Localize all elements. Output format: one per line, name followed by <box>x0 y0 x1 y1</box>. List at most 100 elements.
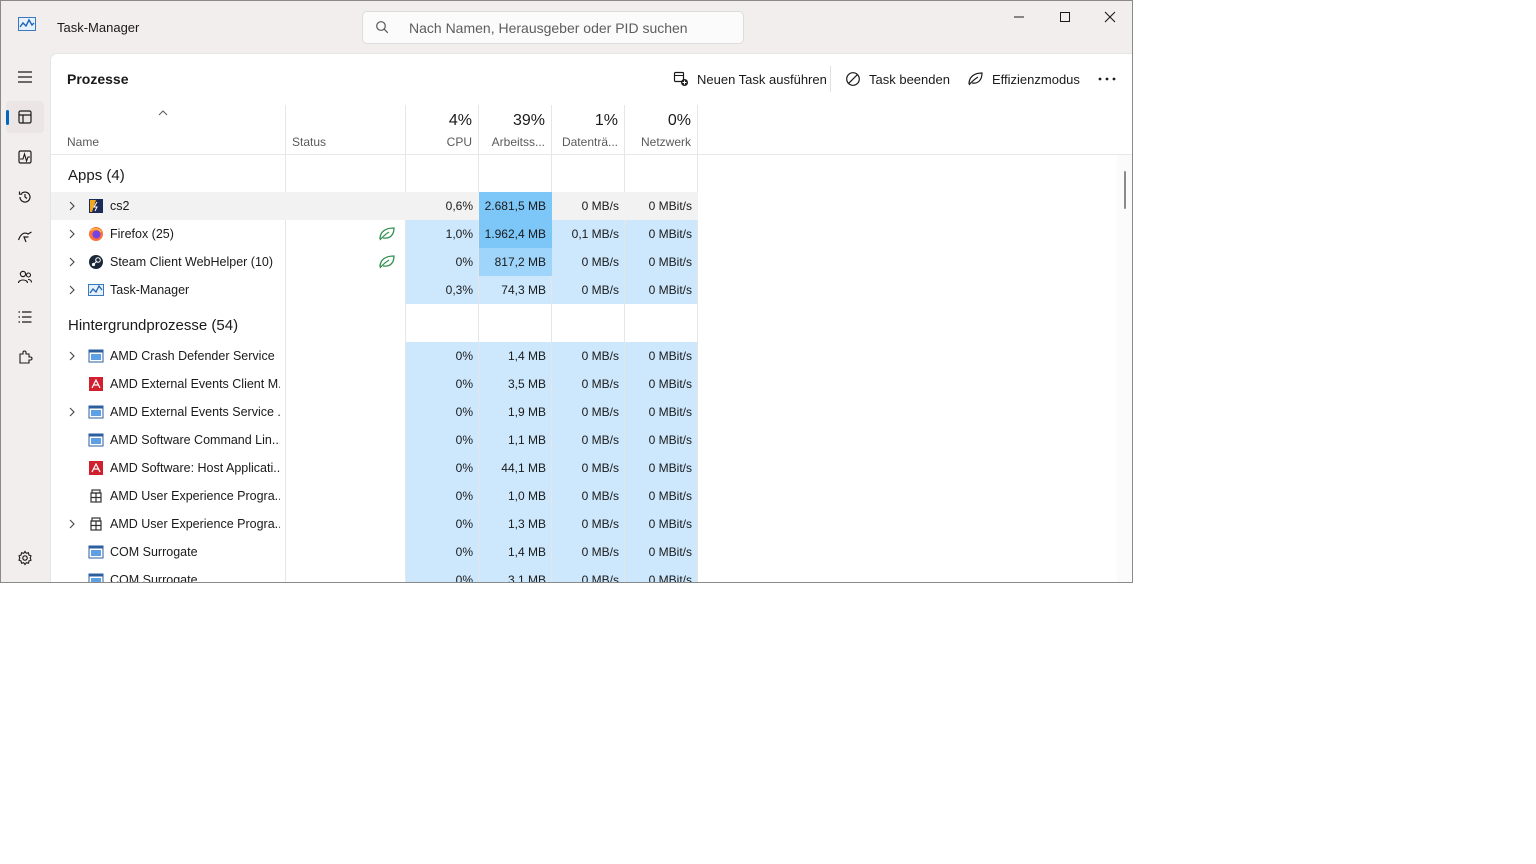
cpu-value: 0,6% <box>445 199 473 213</box>
cpu-value: 0% <box>455 517 473 531</box>
efficiency-mode-leaf-icon <box>379 255 395 269</box>
column-header-name[interactable]: Name <box>51 105 286 154</box>
maximize-button[interactable] <box>1042 1 1088 33</box>
net-value: 0 MBit/s <box>648 227 692 241</box>
process-name: Firefox (25) <box>110 227 174 241</box>
gift-box-icon <box>90 517 102 531</box>
nav-processes[interactable] <box>6 101 44 133</box>
window-title: Task-Manager <box>57 20 140 35</box>
search-box[interactable] <box>362 11 744 44</box>
disk-value: 0 MB/s <box>581 377 619 391</box>
close-button[interactable] <box>1087 1 1132 33</box>
mem-value: 1,9 MB <box>507 405 546 419</box>
cpu-value: 1,0% <box>445 227 473 241</box>
column-header-disk[interactable]: 1% Datenträ... <box>552 105 625 154</box>
amd-logo-icon <box>89 461 103 475</box>
close-icon <box>1104 11 1116 23</box>
nav-services[interactable] <box>6 341 44 373</box>
search-input[interactable] <box>407 18 731 38</box>
firefox-icon <box>89 227 103 241</box>
net-value: 0 MBit/s <box>648 283 692 297</box>
minimize-button[interactable] <box>996 1 1042 33</box>
vertical-scrollbar[interactable] <box>1117 155 1132 582</box>
history-icon <box>18 191 31 203</box>
end-task-button[interactable]: Task beenden <box>845 67 950 91</box>
cpu-value: 0% <box>455 405 473 419</box>
column-header-network[interactable]: 0% Netzwerk <box>625 105 698 154</box>
nav-details[interactable] <box>6 301 44 333</box>
chevron-right-icon[interactable] <box>68 228 76 240</box>
chevron-right-icon[interactable] <box>68 256 76 268</box>
nav-startup-apps[interactable] <box>6 221 44 253</box>
process-name: AMD Crash Defender Service <box>110 349 275 363</box>
end-task-label: Task beenden <box>869 71 950 87</box>
column-header-status[interactable]: Status <box>286 105 406 154</box>
disk-value: 0,1 MB/s <box>571 227 619 241</box>
chevron-right-icon[interactable] <box>68 518 76 530</box>
disk-value: 0 MB/s <box>581 349 619 363</box>
chevron-right-icon[interactable] <box>68 350 76 362</box>
cpu-value: 0% <box>455 461 473 475</box>
process-name: AMD User Experience Progra... <box>110 489 280 503</box>
run-new-task-button[interactable]: Neuen Task ausführen <box>673 67 827 91</box>
efficiency-mode-button[interactable]: Effizienzmodus <box>967 67 1080 91</box>
cpu-value: 0% <box>455 489 473 503</box>
disk-value: 0 MB/s <box>581 489 619 503</box>
cpu-value: 0% <box>455 377 473 391</box>
chevron-right-icon[interactable] <box>68 284 76 296</box>
process-row[interactable]: AMD Crash Defender Service 0% 1,4 MB 0 MB/s… <box>51 342 698 370</box>
service-window-icon <box>88 545 104 559</box>
cpu-value: 0% <box>455 349 473 363</box>
process-row[interactable]: AMD User Experience Progra... 0% 1,3 MB 0 M… <box>51 510 698 538</box>
process-row[interactable]: COM Surrogate 0% 1,4 MB 0 MB/s 0 MBit/s <box>51 538 698 566</box>
mem-value: 44,1 MB <box>501 461 546 475</box>
chevron-right-icon[interactable] <box>68 200 76 212</box>
process-name: Steam Client WebHelper (10) <box>110 255 274 269</box>
process-row[interactable]: Steam Client WebHelper (10) 0% 817,2 MB 0 M… <box>51 248 698 276</box>
group-header-background[interactable]: Hintergrundprozesse (54) <box>68 317 238 334</box>
more-dots-icon <box>1098 77 1116 81</box>
nav-app-history[interactable] <box>6 181 44 213</box>
nav-performance[interactable] <box>6 141 44 173</box>
page-title: Prozesse <box>67 71 129 87</box>
cpu-value: 0% <box>455 545 473 559</box>
run-new-task-label: Neuen Task ausführen <box>697 71 827 87</box>
process-row[interactable]: AMD User Experience Progra... 0% 1,0 MB 0 M… <box>51 482 698 510</box>
process-row[interactable]: AMD External Events Service ... 0% 1,9 MB 0… <box>51 398 698 426</box>
process-name: Task-Manager <box>110 283 190 297</box>
mem-value: 1.962,4 MB <box>479 220 552 248</box>
service-window-icon <box>88 433 104 447</box>
cpu-value: 0% <box>455 573 473 583</box>
column-header-memory[interactable]: 39% Arbeitss... <box>479 105 552 154</box>
cpu-value: 0% <box>455 433 473 447</box>
menu-button[interactable] <box>6 61 44 93</box>
process-row[interactable]: AMD Software: Host Applicati... 0% 44,1 MB… <box>51 454 698 482</box>
disk-value: 0 MB/s <box>581 461 619 475</box>
net-value: 0 MBit/s <box>648 199 692 213</box>
process-row[interactable]: Firefox (25) 1,0% 1.962,4 MB 0,1 MB/s 0 MBit… <box>51 220 698 248</box>
nav-users[interactable] <box>6 261 44 293</box>
group-header-apps[interactable]: Apps (4) <box>68 167 125 184</box>
process-row[interactable]: AMD Software Command Lin... 0% 1,1 MB 0 MB/… <box>51 426 698 454</box>
disk-value: 0 MB/s <box>581 405 619 419</box>
efficiency-mode-leaf-icon <box>379 227 395 241</box>
scrollbar-thumb[interactable] <box>1124 171 1126 209</box>
column-header-row: Name Status 4% CPU 39% Arbeitss... 1% Da… <box>51 105 1132 155</box>
chevron-right-icon[interactable] <box>68 406 76 418</box>
task-manager-app-icon <box>18 17 36 31</box>
nav-settings[interactable] <box>6 542 44 574</box>
disk-value: 0 MB/s <box>581 283 619 297</box>
gear-icon <box>18 550 32 566</box>
net-value: 0 MBit/s <box>648 255 692 269</box>
net-value: 0 MBit/s <box>648 349 692 363</box>
more-options-button[interactable] <box>1094 67 1120 91</box>
cs2-app-icon <box>89 199 103 213</box>
process-row[interactable]: COM Surrogate 0% 3,1 MB 0 MB/s 0 MBit/s <box>51 566 698 583</box>
process-row[interactable]: cs2 0,6% 2.681,5 MB 0 MB/s 0 MBit/s <box>51 192 698 220</box>
disk-total-percent: 1% <box>594 112 618 129</box>
process-name: AMD User Experience Progra... <box>110 517 280 531</box>
column-header-cpu[interactable]: 4% CPU <box>406 105 479 154</box>
service-window-icon <box>88 405 104 419</box>
process-row[interactable]: Task-Manager 0,3% 74,3 MB 0 MB/s 0 MBit/s <box>51 276 698 304</box>
process-row[interactable]: AMD External Events Client M... 0% 3,5 MB 0… <box>51 370 698 398</box>
